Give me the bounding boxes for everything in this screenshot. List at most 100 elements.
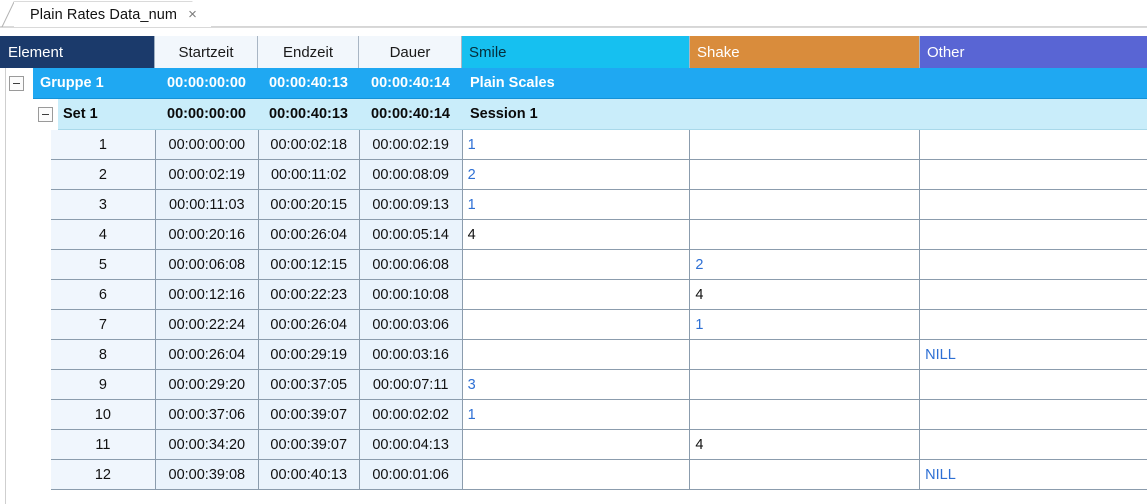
row-number[interactable]: 2 <box>50 160 156 190</box>
column-header-other[interactable]: Other <box>920 36 1147 68</box>
row-number[interactable]: 9 <box>50 370 156 400</box>
cell-startzeit[interactable]: 00:00:34:20 <box>155 430 259 460</box>
row-number[interactable]: 10 <box>50 400 156 430</box>
cell-dauer[interactable]: 00:00:04:13 <box>359 430 463 460</box>
cell-smile[interactable]: 1 <box>462 400 691 430</box>
table-row[interactable]: 11 00:00:34:20 00:00:39:07 00:00:04:13 4 <box>0 430 1147 460</box>
cell-startzeit[interactable]: 00:00:22:24 <box>155 310 259 340</box>
cell-shake[interactable] <box>690 460 921 490</box>
row-number[interactable]: 3 <box>50 190 156 220</box>
cell-startzeit[interactable]: 00:00:06:08 <box>155 250 259 280</box>
cell-smile[interactable] <box>462 460 691 490</box>
column-header-shake[interactable]: Shake <box>690 36 920 68</box>
cell-startzeit[interactable]: 00:00:00:00 <box>155 130 259 160</box>
table-row[interactable]: 9 00:00:29:20 00:00:37:05 00:00:07:11 3 <box>0 370 1147 400</box>
table-row[interactable]: 6 00:00:12:16 00:00:22:23 00:00:10:08 4 <box>0 280 1147 310</box>
cell-other[interactable] <box>920 430 1147 460</box>
table-row[interactable]: 1 00:00:00:00 00:00:02:18 00:00:02:19 1 <box>0 130 1147 160</box>
table-row[interactable]: 5 00:00:06:08 00:00:12:15 00:00:06:08 2 <box>0 250 1147 280</box>
column-header-startzeit[interactable]: Startzeit <box>155 36 258 68</box>
row-number[interactable]: 7 <box>50 310 156 340</box>
cell-dauer[interactable]: 00:00:09:13 <box>359 190 463 220</box>
row-number[interactable]: 5 <box>50 250 156 280</box>
cell-dauer[interactable]: 00:00:06:08 <box>359 250 463 280</box>
cell-dauer[interactable]: 00:00:03:06 <box>359 310 463 340</box>
cell-startzeit[interactable]: 00:00:37:06 <box>155 400 259 430</box>
cell-dauer[interactable]: 00:00:08:09 <box>359 160 463 190</box>
cell-smile[interactable]: 1 <box>462 130 691 160</box>
cell-endzeit[interactable]: 00:00:11:02 <box>258 160 360 190</box>
cell-shake[interactable]: 2 <box>690 250 921 280</box>
cell-endzeit[interactable]: 00:00:39:07 <box>258 430 360 460</box>
cell-other[interactable]: NILL <box>920 460 1147 490</box>
table-row[interactable]: 4 00:00:20:16 00:00:26:04 00:00:05:14 4 <box>0 220 1147 250</box>
table-row[interactable]: 7 00:00:22:24 00:00:26:04 00:00:03:06 1 <box>0 310 1147 340</box>
table-row[interactable]: 10 00:00:37:06 00:00:39:07 00:00:02:02 1 <box>0 400 1147 430</box>
row-number[interactable]: 1 <box>50 130 156 160</box>
cell-shake[interactable] <box>690 400 921 430</box>
cell-shake[interactable]: 1 <box>690 310 921 340</box>
cell-dauer[interactable]: 00:00:02:02 <box>359 400 463 430</box>
cell-startzeit[interactable]: 00:00:12:16 <box>155 280 259 310</box>
cell-endzeit[interactable]: 00:00:37:05 <box>258 370 360 400</box>
column-header-smile[interactable]: Smile <box>462 36 690 68</box>
cell-other[interactable] <box>920 400 1147 430</box>
column-header-element[interactable]: Element <box>0 36 155 68</box>
cell-dauer[interactable]: 00:00:07:11 <box>359 370 463 400</box>
cell-smile[interactable] <box>462 430 691 460</box>
cell-dauer[interactable]: 00:00:01:06 <box>359 460 463 490</box>
row-number[interactable]: 4 <box>50 220 156 250</box>
table-row[interactable]: 8 00:00:26:04 00:00:29:19 00:00:03:16 NILL <box>0 340 1147 370</box>
cell-startzeit[interactable]: 00:00:26:04 <box>155 340 259 370</box>
cell-startzeit[interactable]: 00:00:02:19 <box>155 160 259 190</box>
cell-dauer[interactable]: 00:00:10:08 <box>359 280 463 310</box>
cell-dauer[interactable]: 00:00:02:19 <box>359 130 463 160</box>
cell-other[interactable] <box>920 220 1147 250</box>
cell-smile[interactable]: 4 <box>462 220 691 250</box>
close-icon[interactable]: × <box>188 7 197 22</box>
row-number[interactable]: 11 <box>50 430 156 460</box>
cell-shake[interactable] <box>690 130 921 160</box>
group-row-body[interactable]: Gruppe 1 00:00:00:00 00:00:40:13 00:00:4… <box>33 68 1147 99</box>
collapse-icon-set[interactable] <box>38 107 53 122</box>
cell-endzeit[interactable]: 00:00:26:04 <box>258 310 360 340</box>
cell-other[interactable] <box>920 280 1147 310</box>
collapse-icon-group[interactable] <box>9 76 24 91</box>
cell-dauer[interactable]: 00:00:05:14 <box>359 220 463 250</box>
table-row[interactable]: 3 00:00:11:03 00:00:20:15 00:00:09:13 1 <box>0 190 1147 220</box>
cell-shake[interactable]: 4 <box>690 430 921 460</box>
cell-shake[interactable] <box>690 370 921 400</box>
cell-shake[interactable] <box>690 160 921 190</box>
cell-other[interactable]: NILL <box>920 340 1147 370</box>
cell-smile[interactable] <box>462 340 691 370</box>
cell-endzeit[interactable]: 00:00:40:13 <box>258 460 360 490</box>
cell-shake[interactable] <box>690 190 921 220</box>
table-row[interactable]: 2 00:00:02:19 00:00:11:02 00:00:08:09 2 <box>0 160 1147 190</box>
cell-smile[interactable] <box>462 280 691 310</box>
cell-endzeit[interactable]: 00:00:26:04 <box>258 220 360 250</box>
cell-other[interactable] <box>920 370 1147 400</box>
row-number[interactable]: 6 <box>50 280 156 310</box>
cell-endzeit[interactable]: 00:00:02:18 <box>258 130 360 160</box>
cell-shake[interactable]: 4 <box>690 280 921 310</box>
cell-smile[interactable]: 1 <box>462 190 691 220</box>
cell-dauer[interactable]: 00:00:03:16 <box>359 340 463 370</box>
row-number[interactable]: 12 <box>50 460 156 490</box>
cell-shake[interactable] <box>690 340 921 370</box>
cell-other[interactable] <box>920 160 1147 190</box>
table-row[interactable]: 12 00:00:39:08 00:00:40:13 00:00:01:06 NILL <box>0 460 1147 490</box>
cell-other[interactable] <box>920 190 1147 220</box>
cell-other[interactable] <box>920 250 1147 280</box>
cell-endzeit[interactable]: 00:00:20:15 <box>258 190 360 220</box>
cell-other[interactable] <box>920 310 1147 340</box>
column-header-dauer[interactable]: Dauer <box>359 36 462 68</box>
cell-smile[interactable] <box>462 310 691 340</box>
column-header-endzeit[interactable]: Endzeit <box>258 36 359 68</box>
cell-endzeit[interactable]: 00:00:22:23 <box>258 280 360 310</box>
cell-endzeit[interactable]: 00:00:29:19 <box>258 340 360 370</box>
cell-smile[interactable]: 2 <box>462 160 691 190</box>
cell-smile[interactable] <box>462 250 691 280</box>
cell-shake[interactable] <box>690 220 921 250</box>
cell-startzeit[interactable]: 00:00:39:08 <box>155 460 259 490</box>
row-number[interactable]: 8 <box>50 340 156 370</box>
